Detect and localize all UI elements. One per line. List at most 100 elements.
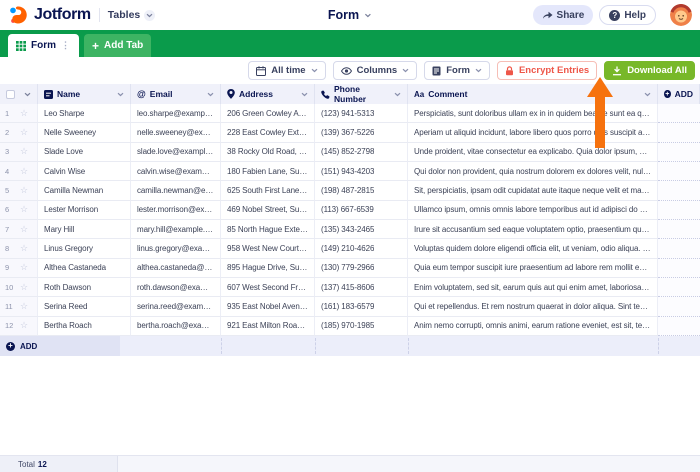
address-cell[interactable]: 228 East Cowley Extensio… (221, 123, 315, 142)
chevron-down-icon[interactable] (301, 92, 308, 97)
email-cell[interactable]: serina.reed@example.com (131, 297, 221, 316)
name-cell[interactable]: Calvin Wise (38, 162, 131, 181)
row-handle-cell[interactable]: 8 ☆ (0, 239, 38, 258)
comment-cell[interactable]: Voluptas quidem dolore eligendi officia … (408, 239, 658, 258)
name-cell[interactable]: Bertha Roach (38, 317, 131, 336)
email-cell[interactable]: leo.sharpe@example.com (131, 104, 221, 123)
row-handle-cell[interactable]: 2 ☆ (0, 123, 38, 142)
row-handle-cell[interactable]: 5 ☆ (0, 181, 38, 200)
address-cell[interactable]: 935 East Nobel Avenue, S… (221, 297, 315, 316)
row-handle-cell[interactable]: 7 ☆ (0, 220, 38, 239)
column-header-address[interactable]: Address (221, 84, 315, 105)
chevron-down-icon[interactable] (644, 92, 651, 97)
phone-cell[interactable]: (198) 487-2815 (315, 181, 408, 200)
row-handle-cell[interactable]: 10 ☆ (0, 278, 38, 297)
address-cell[interactable]: 895 Hague Drive, Suite 526… (221, 259, 315, 278)
add-row-button[interactable]: + ADD (0, 336, 120, 356)
column-header-phone[interactable]: Phone Number (315, 84, 408, 105)
row-handle-cell[interactable]: 3 ☆ (0, 143, 38, 162)
tab-menu-dots-icon[interactable]: ⋮ (61, 40, 71, 51)
page-title-dropdown[interactable]: Form (328, 8, 372, 22)
address-cell[interactable]: 180 Fabien Lane, Suite 87… (221, 162, 315, 181)
chevron-down-icon[interactable] (394, 92, 401, 97)
download-all-button[interactable]: Download All (604, 61, 695, 80)
phone-cell[interactable]: (151) 943-4203 (315, 162, 408, 181)
row-handle-cell[interactable]: 6 ☆ (0, 201, 38, 220)
name-cell[interactable]: Nelle Sweeney (38, 123, 131, 142)
address-cell[interactable]: 921 East Milton Road, Suit… (221, 317, 315, 336)
star-icon[interactable]: ☆ (20, 205, 28, 214)
address-cell[interactable]: 625 South First Lane, Suit… (221, 181, 315, 200)
phone-cell[interactable]: (137) 415-8606 (315, 278, 408, 297)
name-cell[interactable]: Camilla Newman (38, 181, 131, 200)
time-filter-button[interactable]: All time (248, 61, 325, 80)
star-icon[interactable]: ☆ (20, 147, 28, 156)
add-tab-button[interactable]: + Add Tab (84, 34, 151, 57)
avatar[interactable] (670, 4, 692, 26)
row-handle-cell[interactable]: 11 ☆ (0, 297, 38, 316)
comment-cell[interactable]: Unde proident, vitae consectetur ea expl… (408, 143, 658, 162)
view-form-button[interactable]: Form (424, 61, 490, 80)
name-cell[interactable]: Leo Sharpe (38, 104, 131, 123)
name-cell[interactable]: Lester Morrison (38, 201, 131, 220)
phone-cell[interactable]: (149) 210-4626 (315, 239, 408, 258)
email-cell[interactable]: althea.castaneda@exampl… (131, 259, 221, 278)
name-cell[interactable]: Linus Gregory (38, 239, 131, 258)
phone-cell[interactable]: (139) 367-5226 (315, 123, 408, 142)
comment-cell[interactable]: Ullamco ipsum, omnis omnis labore tempor… (408, 201, 658, 220)
column-header-comment[interactable]: Aa Comment (408, 84, 658, 105)
comment-cell[interactable]: Irure sit accusantium sed eaque voluptat… (408, 220, 658, 239)
comment-cell[interactable]: Quia eum tempor suscipit iure praesentiu… (408, 259, 658, 278)
phone-cell[interactable]: (123) 941-5313 (315, 104, 408, 123)
column-header-name[interactable]: Name (38, 84, 131, 105)
star-icon[interactable]: ☆ (20, 186, 28, 195)
address-cell[interactable]: 607 West Second Freewa… (221, 278, 315, 297)
email-cell[interactable]: lester.morrison@example.… (131, 201, 221, 220)
columns-button[interactable]: Columns (333, 61, 418, 80)
email-cell[interactable]: camilla.newman@example… (131, 181, 221, 200)
email-cell[interactable]: nelle.sweeney@example.c… (131, 123, 221, 142)
column-header-email[interactable]: @ Email (131, 84, 221, 105)
row-handle-cell[interactable]: 4 ☆ (0, 162, 38, 181)
email-cell[interactable]: bertha.roach@example.com (131, 317, 221, 336)
address-cell[interactable]: 85 North Hague Extension… (221, 220, 315, 239)
name-cell[interactable]: Serina Reed (38, 297, 131, 316)
star-icon[interactable]: ☆ (20, 321, 28, 330)
star-icon[interactable]: ☆ (20, 244, 28, 253)
email-cell[interactable]: linus.gregory@example.com (131, 239, 221, 258)
star-icon[interactable]: ☆ (20, 225, 28, 234)
phone-cell[interactable]: (185) 970-1985 (315, 317, 408, 336)
email-cell[interactable]: roth.dawson@example.com (131, 278, 221, 297)
comment-cell[interactable]: Perspiciatis, sunt doloribus ullam ex in… (408, 104, 658, 123)
share-button[interactable]: Share (533, 5, 594, 25)
name-cell[interactable]: Roth Dawson (38, 278, 131, 297)
comment-cell[interactable]: Anim nemo corrupti, omnis animi, earum r… (408, 317, 658, 336)
encrypt-entries-button[interactable]: Encrypt Entries (497, 61, 597, 80)
chevron-down-icon[interactable] (24, 92, 31, 97)
address-cell[interactable]: 958 West New Court, Suit… (221, 239, 315, 258)
phone-cell[interactable]: (130) 779-2966 (315, 259, 408, 278)
star-icon[interactable]: ☆ (20, 167, 28, 176)
add-row-area[interactable] (120, 336, 700, 356)
chevron-down-icon[interactable] (207, 92, 214, 97)
chevron-down-icon[interactable] (117, 92, 124, 97)
name-cell[interactable]: Mary Hill (38, 220, 131, 239)
star-icon[interactable]: ☆ (20, 283, 28, 292)
comment-cell[interactable]: Aperiam ut aliquid incidunt, labore libe… (408, 123, 658, 142)
star-icon[interactable]: ☆ (20, 128, 28, 137)
tables-nav-dropdown[interactable]: Tables (108, 9, 155, 21)
row-handle-cell[interactable]: 9 ☆ (0, 259, 38, 278)
select-all-checkbox[interactable] (6, 90, 15, 99)
star-icon[interactable]: ☆ (20, 302, 28, 311)
comment-cell[interactable]: Sit, perspiciatis, ipsam odit cupidatat … (408, 181, 658, 200)
comment-cell[interactable]: Enim voluptatem, sed sit, earum quis aut… (408, 278, 658, 297)
address-cell[interactable]: 206 Green Cowley Avenu… (221, 104, 315, 123)
comment-cell[interactable]: Qui et repellendus. Et rem nostrum quaer… (408, 297, 658, 316)
phone-cell[interactable]: (161) 183-6579 (315, 297, 408, 316)
tab-form[interactable]: Form ⋮ (8, 34, 79, 57)
email-cell[interactable]: calvin.wise@example.com (131, 162, 221, 181)
email-cell[interactable]: slade.love@example.com (131, 143, 221, 162)
comment-cell[interactable]: Qui dolor non provident, quia nostrum do… (408, 162, 658, 181)
add-column-button[interactable]: + ADD (658, 84, 700, 105)
address-cell[interactable]: 469 Nobel Street, Suite 816… (221, 201, 315, 220)
